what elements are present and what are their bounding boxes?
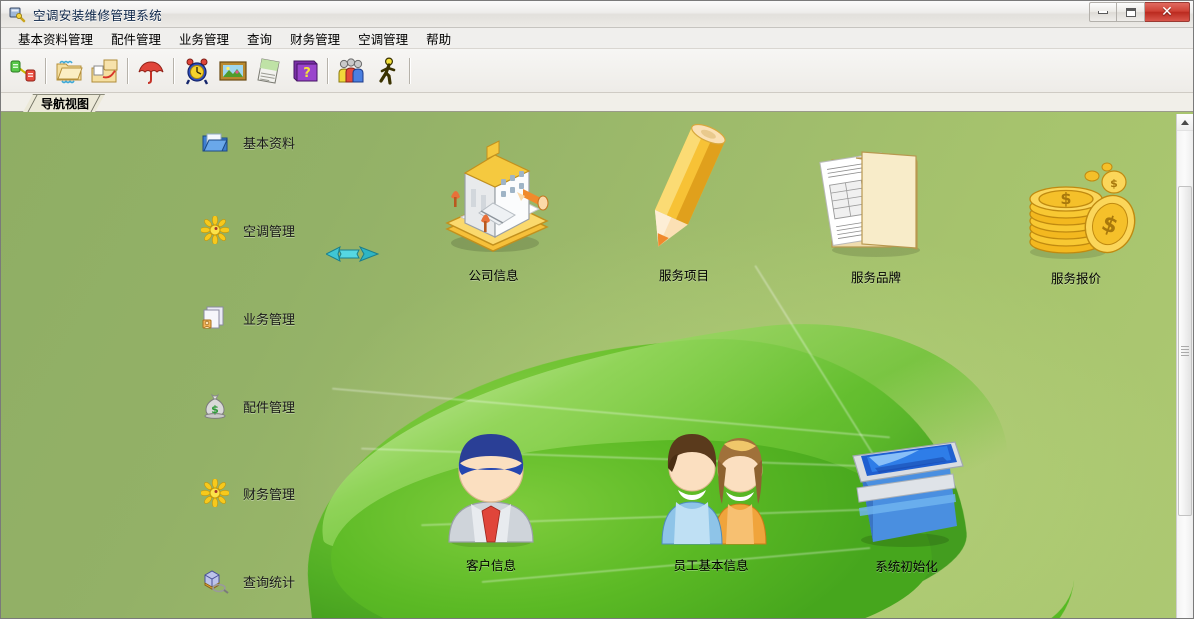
toolbar-button-linked-documents[interactable] [5,52,41,90]
sidebar-item-query-stats[interactable]: 查询统计 [201,567,295,595]
scroll-up-button[interactable] [1177,114,1193,131]
close-button[interactable]: ✕ [1145,2,1190,22]
tile-label: 服务项目 [658,268,709,283]
toolbar-separator [409,57,411,84]
application-window: 空调安装维修管理系统 ✕ 基本资料管理 配件管理 业务管理 查询 财务管理 空调… [0,0,1194,619]
picture-frame-icon [218,56,248,86]
menu-item-business[interactable]: 业务管理 [170,27,238,50]
svg-text:$: $ [1060,189,1071,208]
menu-item-basic-data[interactable]: 基本资料管理 [9,27,102,50]
office-building-icon [429,137,559,261]
tile-employee-info[interactable]: 员工基本信息 [646,422,776,574]
folder-contact-icon [201,304,229,332]
notepad-icon [254,56,284,86]
scroll-thumb[interactable] [1178,186,1192,516]
tab-navigation-view[interactable]: 导航视图 [23,94,105,112]
toolbar-separator [127,57,129,84]
tab-label: 导航视图 [41,97,90,111]
sunflower-icon [199,214,231,246]
minimize-icon [1098,10,1108,14]
blue-container-icon [839,430,975,552]
sidebar-label: 财务管理 [243,487,296,503]
sidebar-label: 配件管理 [243,400,296,416]
sidebar-label: 业务管理 [243,312,296,328]
customer-person-icon [433,422,549,551]
cube-magnifier-icon [201,567,229,595]
maximize-button[interactable] [1117,2,1145,22]
question-book-icon: ? [290,56,320,86]
tile-label: 服务品牌 [850,270,901,285]
tile-label: 系统初始化 [875,559,938,574]
menu-item-aircon[interactable]: 空调管理 [349,27,417,50]
toolbar-button-people-group[interactable] [333,52,369,90]
gold-coins-icon: $ $ $ [1006,142,1146,264]
toolbar-separator [45,57,47,84]
sidebar-label: 空调管理 [243,224,296,240]
umbrella-icon [136,56,166,86]
open-folder-blue-icon [201,128,229,156]
toolbar-button-question-book[interactable]: ? [287,52,323,90]
tab-strip: 导航视图 [1,93,1193,112]
scroll-up-arrow-icon [1181,119,1189,125]
maximize-icon [1125,7,1136,17]
linked-documents-icon [8,56,38,86]
navigation-canvas: 基本资料 空调管理 业务管理 $ 配件管理 财务管理 查询统计 公司信息 服务项… [1,112,1193,618]
menu-item-help[interactable]: 帮助 [417,27,460,50]
svg-text:$: $ [1110,177,1118,190]
tile-customer-info[interactable]: 客户信息 [431,422,551,574]
window-controls: ✕ [1089,2,1190,22]
toolbar-separator [173,57,175,84]
toolbar-button-alarm-clock[interactable] [179,52,215,90]
toolbar-button-folder-spiral[interactable] [51,52,87,90]
sunflower-icon [199,477,231,509]
money-bag-icon: $ [201,392,229,420]
scroll-thumb-grip-icon [1181,344,1189,358]
pencil-icon [619,122,749,261]
tile-service-quote[interactable]: $ $ $ 服务报价 [1006,142,1146,287]
window-title: 空调安装维修管理系统 [33,7,163,23]
toolbar-separator [327,57,329,84]
tile-label: 公司信息 [468,268,519,283]
sidebar-item-finance[interactable]: 财务管理 [199,477,296,509]
toolbar-button-umbrella[interactable] [133,52,169,90]
svg-text:?: ? [303,66,311,81]
tile-label: 员工基本信息 [673,558,749,573]
menu-item-parts[interactable]: 配件管理 [102,27,170,50]
tile-label: 客户信息 [465,558,516,573]
toolbar-button-walking-person[interactable] [369,52,405,90]
title-bar: 空调安装维修管理系统 ✕ [1,1,1193,28]
tile-system-init[interactable]: 系统初始化 [839,430,974,575]
close-icon: ✕ [1161,4,1173,20]
sidebar-label: 查询统计 [243,575,296,591]
people-group-icon [336,56,366,86]
sidebar-item-basic-data[interactable]: 基本资料 [201,128,295,156]
tile-service-brand[interactable]: 服务品牌 [806,134,946,286]
walking-person-icon [372,56,402,86]
tile-label: 服务报价 [1050,271,1101,286]
toolbar: ? [1,49,1193,93]
folder-spiral-icon [54,56,84,86]
two-people-icon [648,422,774,551]
toolbar-button-print-to-folder[interactable] [87,52,123,90]
toolbar-button-notepad[interactable] [251,52,287,90]
svg-text:$: $ [211,403,219,416]
sidebar-item-business[interactable]: 业务管理 [201,304,295,332]
sidebar-item-parts[interactable]: $ 配件管理 [201,392,295,420]
sidebar-label: 基本资料 [243,136,296,152]
alarm-clock-icon [182,56,212,86]
right-arrow-icon [324,243,384,265]
tile-service-items[interactable]: 服务项目 [619,122,749,284]
folder-documents-icon [806,134,946,263]
minimize-button[interactable] [1089,2,1117,22]
menu-item-query[interactable]: 查询 [238,27,281,50]
tile-company-info[interactable]: 公司信息 [426,137,561,284]
app-icon [8,5,26,23]
menu-item-finance[interactable]: 财务管理 [281,27,349,50]
sidebar-item-aircon[interactable]: 空调管理 [199,214,296,246]
vertical-scrollbar[interactable] [1176,114,1193,618]
menu-bar: 基本资料管理 配件管理 业务管理 查询 财务管理 空调管理 帮助 [1,28,1193,49]
sidebar: 基本资料 空调管理 业务管理 $ 配件管理 财务管理 查询统计 [1,112,380,618]
toolbar-button-picture-frame[interactable] [215,52,251,90]
print-to-folder-icon [90,56,120,86]
